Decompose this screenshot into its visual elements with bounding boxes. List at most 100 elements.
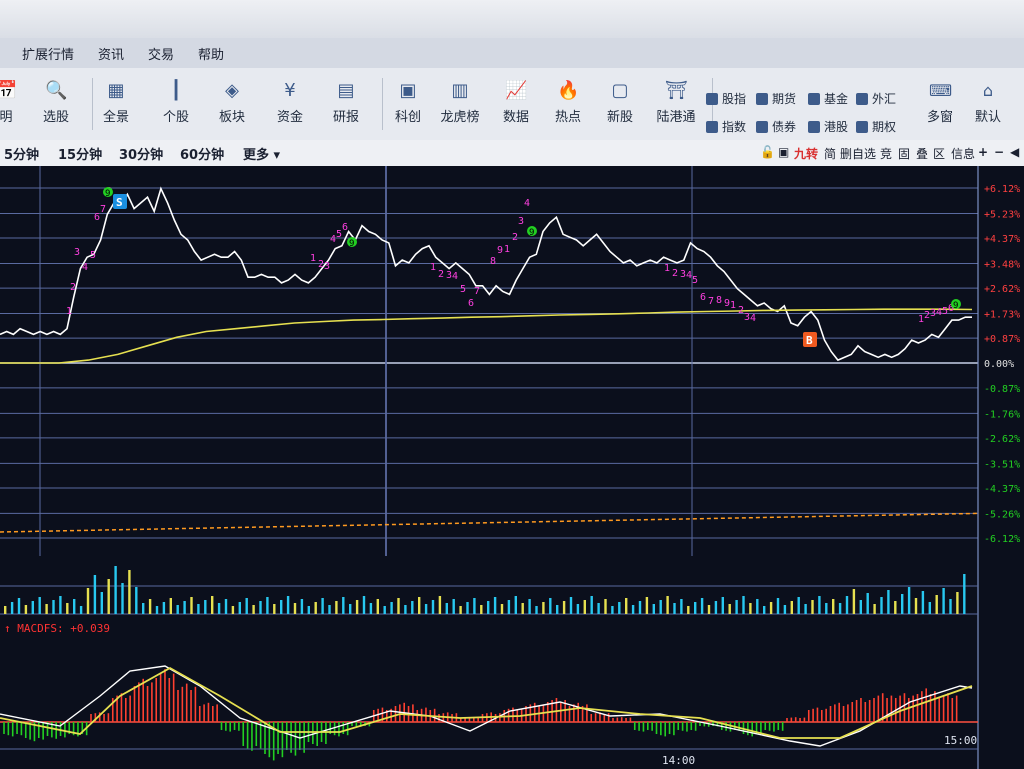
volume-bar (480, 605, 483, 614)
period-15min[interactable]: 15分钟 (58, 144, 102, 163)
volume-bar (928, 602, 931, 614)
toolbar-layers-button[interactable]: ◈ 板块 (204, 76, 260, 125)
tool-fixed[interactable]: 固 (898, 145, 910, 162)
pct-tick-label: +1.73% (984, 310, 1020, 321)
td-sequence-count: 1 (430, 262, 436, 273)
quick-2-bottom[interactable]: 港股 (808, 118, 848, 135)
volume-bar (625, 598, 628, 614)
volume-bar (59, 596, 62, 614)
zoom-out-button[interactable]: − (994, 145, 1004, 159)
collapse-right-icon[interactable]: ◀ (1010, 145, 1019, 159)
td-sequence-count: 4 (750, 313, 756, 324)
tool-delete-watchlist[interactable]: 删自选 (840, 145, 876, 162)
volume-bar (714, 601, 718, 614)
volume-bar (10, 602, 14, 614)
volume-bar (521, 603, 524, 614)
volume-bar (728, 604, 731, 614)
volume-bar (452, 599, 455, 614)
menu-help[interactable]: 帮助 (198, 44, 224, 63)
quick-1-top[interactable]: 期货 (756, 90, 796, 107)
td-sequence-count: 5 (692, 275, 698, 286)
volume-bar (307, 606, 310, 614)
volume-bar (280, 600, 283, 614)
quick-label: 期货 (772, 92, 797, 106)
period-5min[interactable]: 5分钟 (4, 144, 39, 163)
volume-bar (887, 590, 890, 614)
period-60min[interactable]: 60分钟 (180, 144, 224, 163)
toolbar-magnify-chart-button[interactable]: 🔍 选股 (28, 76, 84, 125)
quick-0-bottom[interactable]: 指数 (706, 118, 746, 135)
quick-1-bottom[interactable]: 债券 (756, 118, 796, 135)
volume-bar (611, 606, 614, 614)
tool-range[interactable]: 区 (933, 145, 945, 162)
volume-bar (148, 599, 152, 614)
period-30min[interactable]: 30分钟 (119, 144, 163, 163)
toolbar-report-button[interactable]: ▤ 研报 (318, 76, 374, 125)
volume-bar (514, 596, 517, 614)
td-sequence-count: 3 (74, 247, 80, 258)
volume-bar (286, 596, 290, 614)
volume-bar (528, 599, 531, 614)
toolbar-candlestick-button[interactable]: ┃ 个股 (148, 76, 204, 125)
quick-label: 指数 (722, 120, 747, 134)
volume-bar (749, 603, 752, 614)
menu-news[interactable]: 资讯 (98, 44, 124, 63)
toolbar-chip-button[interactable]: ▣ 科创 (380, 76, 436, 125)
toolbar-bridge-button[interactable]: ⛩ 陆港通 (648, 76, 704, 125)
toolbar-flame-button[interactable]: 🔥 热点 (540, 76, 596, 125)
menu-extended-quotes[interactable]: 扩展行情 (22, 44, 74, 63)
volume-bar (638, 601, 642, 614)
menu-trade[interactable]: 交易 (148, 44, 174, 63)
toolbar-bar-rank-button[interactable]: ▥ 龙虎榜 (432, 76, 488, 125)
default-layout-button[interactable]: ⌂ 默认 (962, 76, 1014, 125)
tool-simple[interactable]: 简 (824, 145, 836, 162)
volume-bar (825, 603, 828, 614)
volume-bar (411, 601, 414, 614)
multi-window-button[interactable]: ⌨ 多窗 (914, 76, 966, 125)
quick-3-top[interactable]: 外汇 (856, 90, 896, 107)
tool-auction[interactable]: 竞 (880, 145, 892, 162)
volume-bar (742, 596, 745, 614)
toolbar-ipo-button[interactable]: ▢ 新股 (592, 76, 648, 125)
volume-bar (431, 600, 435, 614)
volume-bar (314, 602, 317, 614)
quick-0-top[interactable]: 股指 (706, 90, 746, 107)
volume-bar (466, 602, 469, 614)
intraday-chart-area[interactable]: +6.12% +5.23% +4.37% +3.48% +2.62% +1.73% +0.8… (0, 166, 1024, 769)
volume-bar (963, 574, 966, 614)
volume-bar (507, 600, 511, 614)
pct-tick-label: -6.12% (984, 534, 1020, 545)
toolbar-label: 科创 (394, 110, 421, 125)
tool-info[interactable]: 信息 (951, 145, 975, 162)
tool-overlay[interactable]: 叠 (916, 145, 928, 162)
volume-bar (217, 603, 221, 614)
more-periods-dropdown[interactable]: 更多 ▾ (243, 144, 280, 163)
volume-bar (776, 598, 780, 614)
quick-2-top[interactable]: 基金 (808, 90, 848, 107)
lock-icon[interactable]: 🔓 (760, 145, 775, 159)
quick-3-bottom[interactable]: 期权 (856, 118, 896, 135)
quick-icon (808, 92, 820, 105)
volume-bar (390, 602, 393, 614)
quick-label: 基金 (824, 92, 849, 106)
sell-signal-marker-label: S (116, 196, 123, 209)
volume-bar (576, 604, 580, 614)
volume-bar (445, 603, 448, 614)
volume-bar (252, 605, 255, 614)
volume-bar (100, 592, 103, 614)
toolbar-yen-coin-button[interactable]: ¥ 资金 (262, 76, 318, 125)
toolbar-line-chart-button[interactable]: 📈 数据 (488, 76, 544, 125)
toolbar-label: 全景 (102, 110, 129, 125)
volume-bar (866, 593, 869, 614)
toolbar-grid-button[interactable]: ▦ 全景 (88, 76, 144, 125)
volume-bar (293, 603, 297, 614)
macd-label: ↑ MACDFS: +0.039 (4, 622, 110, 635)
volume-bar (376, 599, 379, 614)
volume-bar (266, 597, 269, 614)
window-icon[interactable]: ▣ (778, 145, 789, 159)
chip-icon: ▣ (399, 80, 417, 101)
toolbar-label: 新股 (606, 110, 633, 125)
volume-bar (73, 599, 76, 614)
jiuzhuan-toggle[interactable]: 九转 (794, 145, 818, 162)
zoom-in-button[interactable]: + (978, 145, 988, 159)
